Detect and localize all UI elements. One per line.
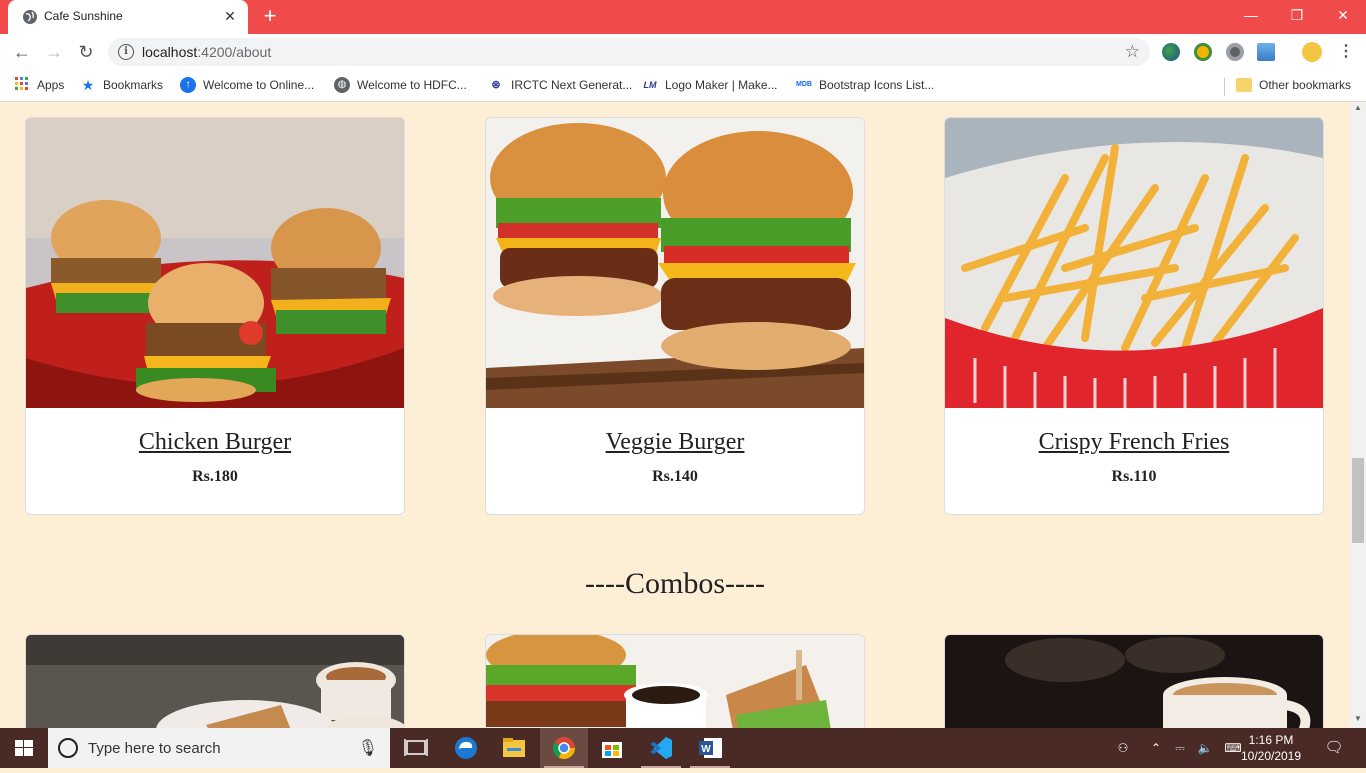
item-price: Rs.110	[1111, 468, 1157, 485]
bookmark-welcome-hdfc[interactable]: ◍ Welcome to HDFC...	[334, 77, 467, 95]
combo-card[interactable]	[944, 634, 1324, 728]
combo-cappuccino-image	[945, 635, 1323, 728]
new-tab-button[interactable]: +	[258, 5, 282, 29]
bookmark-star-icon[interactable]: ☆	[1125, 42, 1140, 62]
bookmark-label: Bookmarks	[103, 78, 164, 92]
bookmark-label: Welcome to Online...	[203, 78, 315, 92]
microphone-icon[interactable]: 🎙	[358, 738, 378, 758]
globe-icon: ◍	[334, 77, 350, 93]
restore-button[interactable]: ❐	[1274, 0, 1320, 30]
bookmark-bootstrap-icons[interactable]: MDB Bootstrap Icons List...	[796, 77, 934, 95]
bookmarks-separator	[1224, 78, 1225, 96]
combo-coffee-pastry-image	[26, 635, 404, 728]
menu-card[interactable]: Crispy French Fries Rs.110	[944, 117, 1324, 515]
veggie-burger-image	[486, 118, 864, 408]
item-name[interactable]: Chicken Burger	[26, 429, 404, 456]
profile-avatar-icon[interactable]	[1302, 42, 1322, 62]
tab-close-icon[interactable]: ✕	[222, 8, 238, 24]
mdb-logo-icon: MDB	[796, 81, 812, 88]
scrollbar-thumb[interactable]	[1352, 458, 1364, 543]
chicken-burger-image	[26, 118, 404, 408]
page-scrollbar[interactable]: ▲ ▼	[1350, 103, 1366, 728]
forward-arrow-icon[interactable]: →	[42, 40, 66, 64]
bookmark-bookmarks[interactable]: ★ Bookmarks	[80, 77, 163, 95]
url-path: :4200/about	[197, 44, 272, 60]
notifications-icon[interactable]: 🗨	[1322, 728, 1346, 768]
folder-icon	[1236, 77, 1252, 92]
bookmark-label: Bootstrap Icons List...	[819, 78, 935, 92]
url-text[interactable]: localhost:4200/about	[142, 44, 271, 60]
network-icon[interactable]: ⎓	[1170, 728, 1190, 768]
french-fries-image	[945, 118, 1323, 408]
people-icon[interactable]: ⚇	[1112, 728, 1134, 768]
item-price: Rs.140	[652, 468, 698, 485]
star-icon: ★	[81, 77, 95, 93]
extension-yellow-icon[interactable]	[1194, 43, 1212, 61]
bookmark-label: Other bookmarks	[1259, 77, 1352, 92]
minimize-button[interactable]: —	[1228, 0, 1274, 30]
bookmark-label: IRCTC Next Generat...	[511, 78, 633, 92]
word-icon[interactable]: W	[686, 728, 734, 768]
lm-logo-icon: LM	[643, 80, 657, 90]
show-hidden-icons-chevron-icon[interactable]: ⌃	[1148, 728, 1164, 768]
bookmark-apps[interactable]: Apps	[14, 77, 64, 95]
combo-card[interactable]	[25, 634, 405, 728]
extension-image-icon[interactable]	[1257, 43, 1275, 61]
taskbar-clock[interactable]: 1:16 PM 10/20/2019	[1236, 732, 1306, 764]
vscode-icon[interactable]	[637, 728, 685, 768]
page-content: Chicken Burger Rs.180 Veggie Burger Rs.1…	[0, 103, 1350, 728]
browser-tab-active[interactable]: Cafe Sunshine ✕	[8, 0, 248, 34]
edge-browser-icon[interactable]	[442, 728, 490, 768]
info-circle-icon: ↑	[180, 77, 196, 93]
menu-kebab-icon[interactable]: ⋮	[1334, 40, 1358, 64]
extension-eye-icon[interactable]	[1226, 43, 1244, 61]
taskbar-search-box[interactable]: Type here to search 🎙	[48, 728, 390, 768]
task-view-icon[interactable]	[392, 728, 440, 768]
item-name[interactable]: Veggie Burger	[486, 429, 864, 456]
clock-time: 1:16 PM	[1248, 733, 1294, 747]
bookmark-irctc[interactable]: ⊛ IRCTC Next Generat...	[488, 77, 632, 95]
chrome-icon[interactable]	[540, 728, 588, 768]
extension-globe-icon[interactable]	[1162, 43, 1180, 61]
svg-text:W: W	[701, 744, 711, 755]
microsoft-store-icon[interactable]	[588, 728, 636, 768]
bookmark-logo-maker[interactable]: LM Logo Maker | Make...	[642, 77, 778, 95]
item-price: Rs.180	[192, 468, 238, 485]
globe-icon	[23, 10, 37, 24]
scroll-down-icon[interactable]: ▼	[1350, 714, 1366, 728]
combo-burger-sandwich-image	[486, 635, 864, 728]
item-name[interactable]: Crispy French Fries	[945, 429, 1323, 456]
clock-date: 10/20/2019	[1240, 749, 1302, 763]
close-window-button[interactable]: ✕	[1320, 0, 1366, 30]
menu-card[interactable]: Chicken Burger Rs.180	[25, 117, 405, 515]
bookmark-label: Logo Maker | Make...	[665, 78, 778, 92]
address-bar[interactable]: i localhost:4200/about ☆	[108, 38, 1150, 66]
menu-card[interactable]: Veggie Burger Rs.140	[485, 117, 865, 515]
combo-card[interactable]	[485, 634, 865, 728]
bookmark-label: Apps	[37, 78, 65, 92]
windows-start-icon[interactable]	[0, 728, 48, 768]
volume-icon[interactable]: 🔈	[1195, 728, 1215, 768]
back-arrow-icon[interactable]: ←	[10, 40, 34, 64]
file-explorer-icon[interactable]	[490, 728, 538, 768]
url-host: localhost	[142, 44, 198, 60]
apps-grid-icon	[14, 77, 30, 93]
reload-icon[interactable]: ↻	[74, 40, 98, 64]
browser-toolbar: ← → ↻ i localhost:4200/about ☆ ⋮	[0, 34, 1366, 70]
bookmark-label: Welcome to HDFC...	[357, 78, 467, 92]
site-info-icon[interactable]: i	[118, 44, 134, 60]
cortana-icon	[58, 738, 78, 758]
bookmark-other[interactable]: Other bookmarks	[1236, 77, 1351, 95]
search-placeholder: Type here to search	[88, 740, 221, 757]
browser-titlebar: Cafe Sunshine ✕ + — ❐ ✕	[0, 0, 1366, 34]
bookmarks-bar: Apps ★ Bookmarks ↑ Welcome to Online... ◍ W…	[0, 70, 1366, 102]
combos-heading: ----Combos----	[585, 567, 765, 600]
bookmark-welcome-online[interactable]: ↑ Welcome to Online...	[180, 77, 314, 95]
tab-title: Cafe Sunshine	[44, 9, 123, 23]
irctc-logo-icon: ⊛	[491, 79, 501, 91]
scroll-up-icon[interactable]: ▲	[1350, 103, 1366, 117]
windows-taskbar: Type here to search 🎙 W ⚇ ⌃ ⎓ 🔈 ⌨ 1:16 P…	[0, 728, 1366, 768]
